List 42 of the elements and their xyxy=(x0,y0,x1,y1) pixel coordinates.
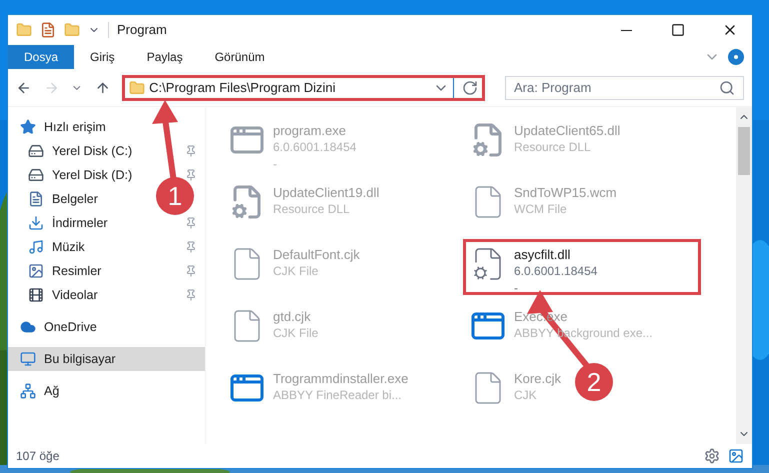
file-name: program.exe xyxy=(273,122,347,139)
item-count: 107 öğe xyxy=(16,448,60,465)
search-field[interactable]: Ara: Program xyxy=(514,78,719,98)
file-name: SndToWP15.wcm xyxy=(514,184,617,201)
sidebar-item[interactable]: Hızlı erişim xyxy=(20,118,106,136)
file-detail: ABBYY FineReader bi... xyxy=(273,387,403,404)
search-bar[interactable]: Ara: Program xyxy=(505,76,744,100)
file-detail: 6.0.6001.18454 xyxy=(514,263,598,280)
file-detail: Resource DLL xyxy=(273,201,351,218)
file-name: UpdateClient65.dll xyxy=(514,122,620,139)
window-title: Program xyxy=(117,21,167,40)
ribbon-tab[interactable]: Dosya xyxy=(8,45,74,69)
file-extra: - xyxy=(273,156,278,173)
file-extra: - xyxy=(514,280,519,297)
file-name: asycfilt.dll xyxy=(514,246,572,263)
sidebar-item[interactable]: Bu bilgisayar xyxy=(20,350,116,368)
file-detail: CJK File xyxy=(273,263,320,280)
file-item[interactable]: asycfilt.dll 6.0.6001.18454 - xyxy=(463,239,701,295)
file-name: Kore.cjk xyxy=(514,370,561,387)
sidebar-item[interactable]: Yerel Disk (D:) xyxy=(28,166,132,184)
sidebar-item[interactable]: OneDrive xyxy=(20,318,97,336)
sidebar-item[interactable]: Belgeler xyxy=(28,190,98,208)
file-name: DefaultFont.cjk xyxy=(273,246,360,263)
address-bar[interactable]: C:\Program Files\Program Dizini xyxy=(122,74,485,100)
file-detail: 6.0.6001.18454 xyxy=(273,139,356,156)
address-path: C:\Program Files\Program Dizini xyxy=(149,78,337,97)
sidebar-item[interactable]: İndirmeler xyxy=(28,214,108,232)
sidebar-item[interactable]: Yerel Disk (C:) xyxy=(28,142,132,160)
sidebar-item[interactable]: Videolar xyxy=(28,286,98,304)
file-name: Trogrammdinstaller.exe xyxy=(273,370,408,387)
file-detail: CJK xyxy=(514,387,538,404)
sidebar-item[interactable]: Müzik xyxy=(28,238,85,256)
sidebar-item[interactable]: Resimler xyxy=(28,262,102,280)
file-detail: Resource DLL xyxy=(514,139,592,156)
file-name: UpdateClient19.dll xyxy=(273,184,380,201)
file-detail: WCM File xyxy=(514,201,568,218)
ribbon-tab[interactable]: Görünüm xyxy=(198,45,281,69)
ribbon-tab[interactable]: Giriş xyxy=(74,45,131,69)
file-detail: CJK File xyxy=(273,325,318,342)
ribbon-tab[interactable]: Paylaş xyxy=(130,45,199,69)
sidebar-item[interactable]: Ağ xyxy=(20,382,60,400)
file-name: gtd.cjk xyxy=(273,308,312,325)
